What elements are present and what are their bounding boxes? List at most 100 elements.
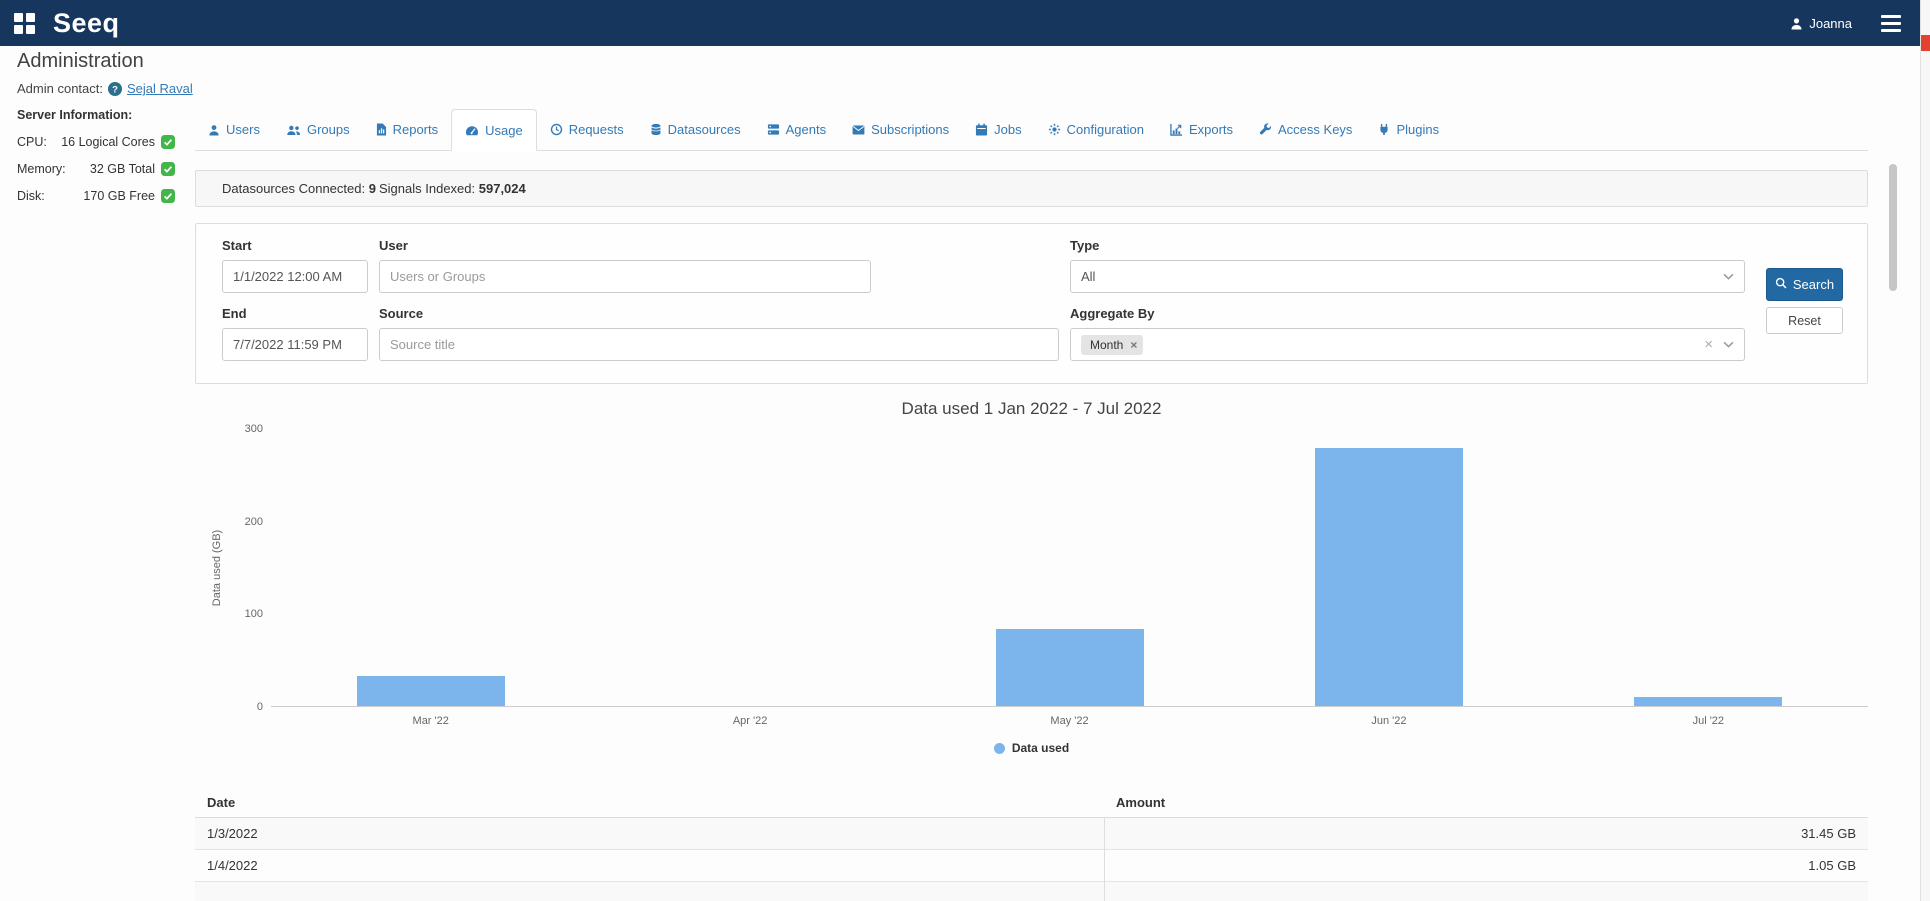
table-row-partial — [195, 882, 1868, 901]
plug-icon — [1378, 123, 1390, 136]
chart-legend[interactable]: Data used — [195, 741, 1868, 755]
hamburger-menu-icon[interactable] — [1878, 12, 1904, 35]
user-field: User — [379, 238, 871, 293]
column-header-date: Date — [195, 788, 1104, 818]
tab-subscriptions[interactable]: Subscriptions — [839, 109, 962, 150]
category-slot — [1549, 429, 1868, 706]
tab-users[interactable]: Users — [195, 109, 273, 150]
window-scrollbar[interactable] — [1920, 0, 1930, 901]
reset-button[interactable]: Reset — [1766, 307, 1843, 334]
start-label: Start — [222, 238, 368, 253]
tab-groups[interactable]: Groups — [273, 109, 363, 150]
main-panel: UsersGroupsReportsUsageRequestsDatasourc… — [195, 109, 1868, 901]
table-body: 1/3/202231.45 GB1/4/20221.05 GB — [195, 818, 1868, 901]
x-tick-label: Jul '22 — [1549, 715, 1868, 727]
history-icon — [550, 123, 563, 136]
check-icon — [161, 189, 175, 203]
app-grid-icon[interactable] — [12, 11, 37, 36]
category-slot — [1229, 429, 1548, 706]
end-input[interactable] — [222, 328, 368, 361]
app: Seeq Joanna Administration Admin contact… — [0, 0, 1930, 901]
usage-table: Date Amount 1/3/202231.45 GB1/4/20221.05… — [195, 788, 1868, 901]
tab-plugins[interactable]: Plugins — [1365, 109, 1452, 150]
top-navbar: Seeq Joanna — [0, 0, 1920, 46]
datasources-connected: Datasources Connected: 9 — [222, 181, 379, 196]
page-title: Administration — [17, 50, 1920, 73]
x-axis-labels: Mar '22Apr '22May '22Jun '22Jul '22 — [271, 715, 1868, 727]
server-info: Server Information: CPU:16 Logical Cores… — [17, 108, 175, 203]
signals-indexed: Signals Indexed: 597,024 — [379, 181, 526, 196]
type-select[interactable]: All — [1070, 260, 1745, 293]
y-tick-label: 0 — [257, 701, 263, 713]
x-tick-label: Apr '22 — [590, 715, 909, 727]
bar-may22[interactable] — [996, 629, 1144, 706]
gauge-icon — [465, 125, 479, 136]
chevron-down-icon[interactable] — [1723, 341, 1734, 348]
bar-mar22[interactable] — [357, 676, 505, 706]
start-field: Start — [222, 238, 368, 293]
content-scrollbar-thumb[interactable] — [1889, 164, 1897, 291]
usage-chart: Data used 1 Jan 2022 - 7 Jul 2022 Data u… — [195, 399, 1868, 755]
search-icon — [1775, 277, 1787, 292]
admin-contact-label: Admin contact: — [17, 81, 103, 96]
x-tick-label: May '22 — [910, 715, 1229, 727]
y-axis-title: Data used (GB) — [211, 530, 223, 606]
table-row[interactable]: 1/3/202231.45 GB — [195, 818, 1868, 850]
admin-contact: Admin contact: ? Sejal Raval — [17, 81, 1920, 96]
source-field: Source — [379, 306, 1059, 361]
content-scrollbar[interactable] — [1889, 164, 1897, 901]
source-input[interactable] — [379, 328, 1059, 361]
navbar-left: Seeq — [12, 10, 120, 37]
chevron-down-icon — [1723, 273, 1734, 280]
tab-jobs[interactable]: Jobs — [962, 109, 1034, 150]
user-name: Joanna — [1809, 16, 1852, 31]
plot-area — [271, 429, 1868, 707]
scroll-marker — [1921, 35, 1930, 51]
end-field: End — [222, 306, 368, 361]
help-icon[interactable]: ? — [108, 82, 122, 96]
y-tick-label: 200 — [245, 516, 263, 528]
tab-exports[interactable]: Exports — [1157, 109, 1246, 150]
check-icon — [161, 162, 175, 176]
aggregate-by-select[interactable]: Month × × — [1070, 328, 1745, 361]
tab-datasources[interactable]: Datasources — [637, 109, 754, 150]
table-row[interactable]: 1/4/20221.05 GB — [195, 850, 1868, 882]
clear-icon[interactable]: × — [1704, 336, 1713, 353]
tab-requests[interactable]: Requests — [537, 109, 637, 150]
legend-marker — [994, 743, 1005, 754]
x-tick-label: Jun '22 — [1229, 715, 1548, 727]
server-info-item: CPU:16 Logical Cores — [17, 135, 175, 149]
admin-contact-link[interactable]: Sejal Raval — [127, 81, 193, 96]
tab-reports[interactable]: Reports — [363, 109, 452, 150]
filter-panel: Start User Type All End — [195, 223, 1868, 384]
bar-jul22[interactable] — [1634, 697, 1782, 706]
aggregate-tag-month[interactable]: Month × — [1081, 335, 1143, 355]
user-input[interactable] — [379, 260, 871, 293]
category-slot — [271, 429, 590, 706]
tab-usage[interactable]: Usage — [451, 109, 537, 151]
export-icon — [1170, 123, 1183, 136]
aggregate-by-field: Aggregate By Month × × — [1070, 306, 1745, 361]
x-tick-label: Mar '22 — [271, 715, 590, 727]
aggregate-by-label: Aggregate By — [1070, 306, 1745, 321]
category-slot — [590, 429, 909, 706]
bar-jun22[interactable] — [1315, 448, 1463, 706]
search-button[interactable]: Search — [1766, 268, 1843, 301]
tab-agents[interactable]: Agents — [754, 109, 839, 150]
status-bar: Datasources Connected: 9 Signals Indexed… — [195, 170, 1868, 207]
server-info-item: Memory:32 GB Total — [17, 162, 175, 176]
remove-tag-icon[interactable]: × — [1130, 338, 1137, 352]
calendar-icon — [975, 123, 988, 136]
user-menu[interactable]: Joanna — [1790, 16, 1852, 31]
tab-configuration[interactable]: Configuration — [1035, 109, 1157, 150]
end-label: End — [222, 306, 368, 321]
start-input[interactable] — [222, 260, 368, 293]
svg-text:?: ? — [112, 84, 118, 95]
tab-access-keys[interactable]: Access Keys — [1246, 109, 1365, 150]
tab-bar: UsersGroupsReportsUsageRequestsDatasourc… — [195, 109, 1868, 151]
envelope-icon — [852, 125, 865, 135]
server-icon — [767, 123, 780, 136]
legend-label: Data used — [1012, 741, 1069, 755]
check-icon — [161, 135, 175, 149]
content: Administration Admin contact: ? Sejal Ra… — [0, 46, 1920, 901]
